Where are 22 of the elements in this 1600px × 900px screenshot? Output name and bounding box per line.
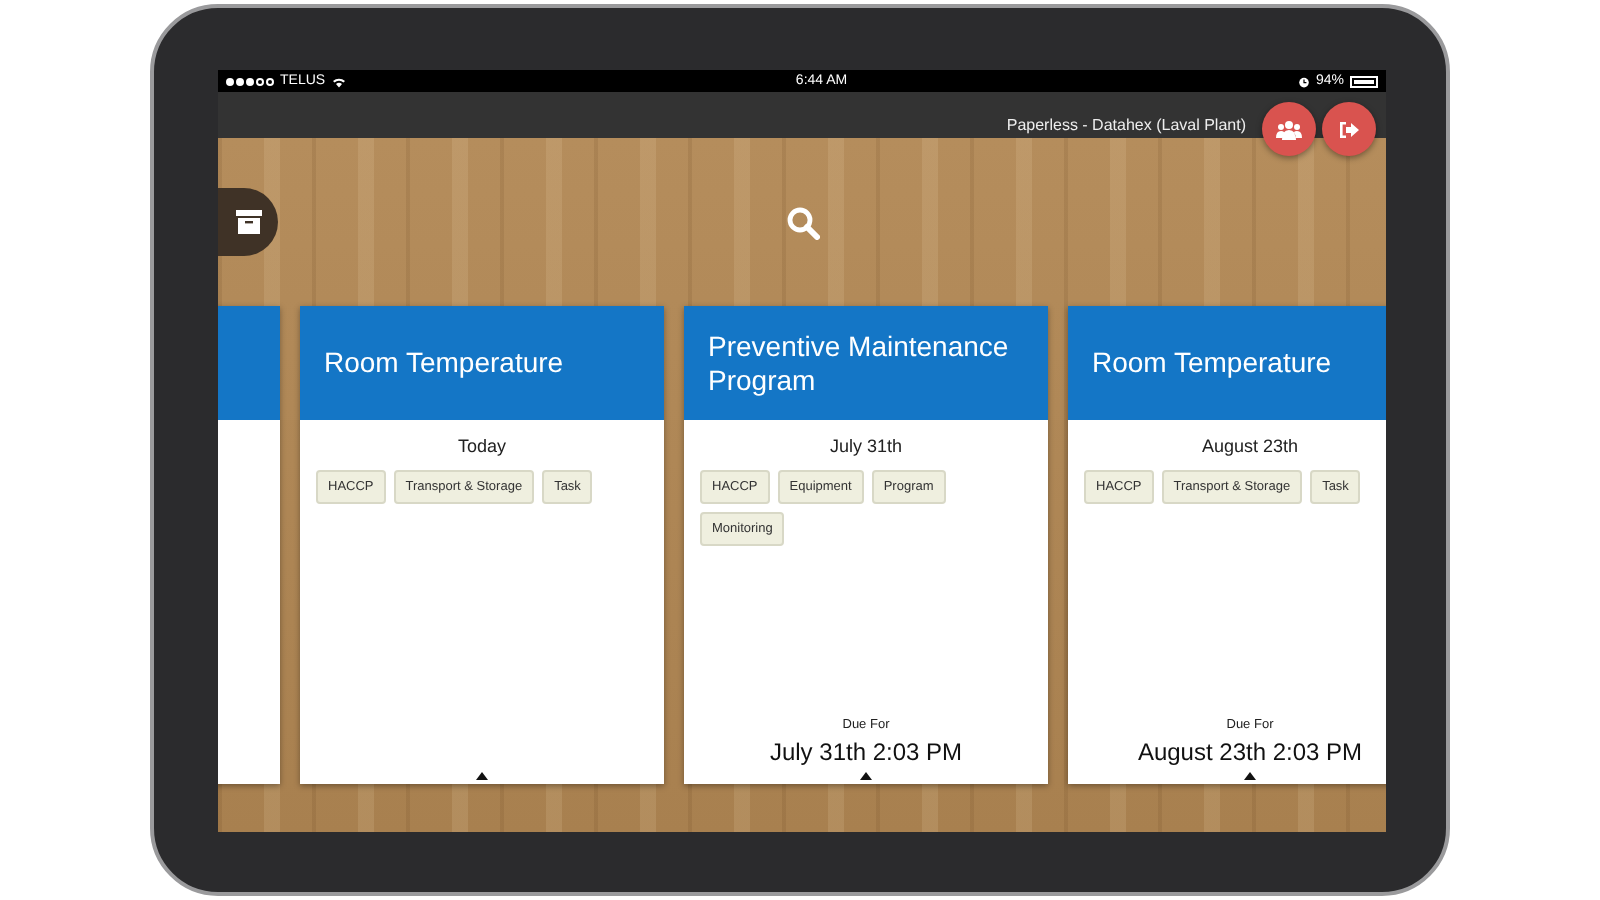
wifi-icon: [331, 75, 346, 87]
archive-box-icon: [235, 210, 261, 234]
caret-icon[interactable]: [1244, 772, 1256, 780]
card-date: July 31th: [829, 436, 903, 456]
caret-icon[interactable]: [860, 772, 872, 780]
card-date: Today: [457, 436, 507, 456]
card-title: Room Temperature: [1092, 346, 1332, 380]
card-title: Preventive Maintenance Program: [708, 329, 1011, 397]
search-button[interactable]: [785, 205, 819, 239]
search-icon: [785, 205, 819, 239]
card-title: Room Temperature: [324, 346, 564, 380]
users-icon: [1276, 119, 1302, 139]
card-date: August 23th: [1201, 436, 1299, 456]
logout-icon: [1338, 119, 1360, 139]
caret-icon[interactable]: [476, 772, 488, 780]
archive-button[interactable]: [218, 188, 278, 256]
signal-icon: [226, 77, 274, 85]
battery-icon: [1349, 75, 1378, 87]
due-datetime: August 23th 2:03 PM: [1137, 738, 1363, 766]
due-datetime: July 31th 2:03 PM: [769, 738, 963, 766]
plant-title: Paperless - Datahex (Laval Plant): [1006, 116, 1246, 134]
alarm-icon: [1297, 75, 1310, 87]
